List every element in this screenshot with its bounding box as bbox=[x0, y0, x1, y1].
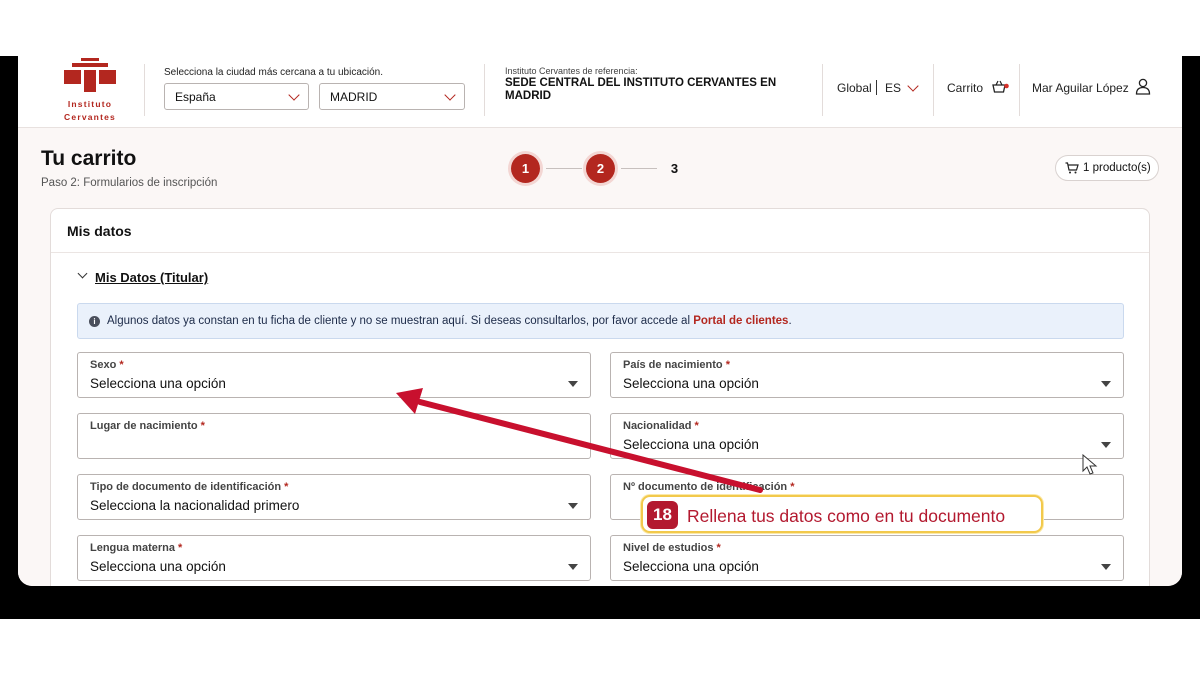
caret-down-icon bbox=[1101, 564, 1111, 570]
user-name[interactable]: Mar Aguilar López bbox=[1032, 81, 1129, 95]
field-label: Tipo de documento de identificación * bbox=[90, 481, 289, 493]
caret-down-icon bbox=[1101, 442, 1111, 448]
id-document-number-input[interactable]: Nº documento de identificación * bbox=[610, 474, 1124, 520]
global-menu-label[interactable]: Global bbox=[837, 81, 872, 95]
caret-down-icon bbox=[1101, 381, 1111, 387]
language-selector[interactable]: ES bbox=[885, 81, 901, 95]
divider bbox=[1019, 64, 1020, 116]
basket-icon[interactable] bbox=[991, 80, 1009, 94]
letterbox-top bbox=[0, 0, 1200, 56]
field-label: Nº documento de identificación * bbox=[623, 481, 795, 493]
reference-center-label: Instituto Cervantes de referencia: bbox=[505, 66, 638, 76]
caret-down-icon bbox=[568, 564, 578, 570]
card-title: Mis datos bbox=[67, 223, 132, 239]
browser-window: Instituto Cervantes Selecciona la ciudad… bbox=[18, 56, 1182, 586]
divider bbox=[876, 80, 877, 95]
info-text: Algunos datos ya constan en tu ficha de … bbox=[107, 315, 694, 327]
field-value: Selecciona una opción bbox=[90, 559, 226, 574]
field-value: Selecciona una opción bbox=[623, 376, 759, 391]
birth-place-input[interactable]: Lugar de nacimiento * bbox=[77, 413, 591, 459]
field-value: Selecciona una opción bbox=[623, 437, 759, 452]
city-select[interactable]: MADRID bbox=[319, 83, 465, 110]
cart-link[interactable]: Carrito bbox=[947, 81, 983, 95]
divider bbox=[144, 64, 145, 116]
field-value: Selecciona la nacionalidad primero bbox=[90, 498, 300, 513]
country-select-value: España bbox=[175, 90, 216, 104]
info-banner: i Algunos datos ya constan en tu ficha d… bbox=[77, 303, 1124, 339]
nationality-select[interactable]: Nacionalidad * Selecciona una opción bbox=[610, 413, 1124, 459]
instituto-cervantes-logo[interactable]: Instituto Cervantes bbox=[58, 58, 122, 122]
cart-count-text: 1 producto(s) bbox=[1083, 162, 1151, 174]
id-document-type-select[interactable]: Tipo de documento de identificación * Se… bbox=[77, 474, 591, 520]
country-select[interactable]: España bbox=[164, 83, 309, 110]
section-title-holder[interactable]: Mis Datos (Titular) bbox=[95, 270, 208, 285]
city-select-label: Selecciona la ciudad más cercana a tu ub… bbox=[164, 67, 384, 78]
page-background: Instituto Cervantes Selecciona la ciudad… bbox=[18, 56, 1182, 586]
divider bbox=[933, 64, 934, 116]
cervantes-logo-mark-icon bbox=[64, 58, 116, 92]
step-connector bbox=[546, 168, 582, 169]
field-label: Nivel de estudios * bbox=[623, 542, 721, 554]
chevron-down-icon[interactable] bbox=[77, 268, 88, 281]
page-subtitle: Paso 2: Formularios de inscripción bbox=[41, 177, 218, 189]
user-icon[interactable] bbox=[1135, 78, 1151, 95]
card-header: Mis datos bbox=[51, 209, 1149, 253]
field-label: Nacionalidad * bbox=[623, 420, 699, 432]
chevron-down-icon bbox=[444, 89, 456, 101]
chevron-down-icon[interactable] bbox=[907, 80, 919, 92]
caret-down-icon bbox=[568, 381, 578, 387]
field-value: Selecciona una opción bbox=[90, 376, 226, 391]
caret-down-icon bbox=[568, 503, 578, 509]
info-icon: i bbox=[89, 316, 100, 327]
cart-icon bbox=[1065, 162, 1079, 174]
chevron-down-icon bbox=[288, 89, 300, 101]
cart-count-pill[interactable]: 1 producto(s) bbox=[1055, 155, 1159, 181]
city-select-value: MADRID bbox=[330, 90, 378, 104]
logo-text-cervantes: Cervantes bbox=[64, 112, 116, 122]
letterbox-bottom bbox=[0, 619, 1200, 675]
site-header: Instituto Cervantes Selecciona la ciudad… bbox=[18, 56, 1182, 128]
sex-select[interactable]: Sexo * Selecciona una opción bbox=[77, 352, 591, 398]
field-value: Selecciona una opción bbox=[623, 559, 759, 574]
divider bbox=[822, 64, 823, 116]
step-3-indicator: 3 bbox=[660, 154, 689, 183]
education-level-select[interactable]: Nivel de estudios * Selecciona una opció… bbox=[610, 535, 1124, 581]
step-1-indicator: 1 bbox=[511, 154, 540, 183]
client-portal-link[interactable]: Portal de clientes bbox=[693, 315, 788, 327]
my-data-card: Mis datos Mis Datos (Titular) i Algunos … bbox=[50, 208, 1150, 586]
info-message: Algunos datos ya constan en tu ficha de … bbox=[107, 315, 792, 327]
info-text-end: . bbox=[788, 315, 792, 327]
mother-tongue-select[interactable]: Lengua materna * Selecciona una opción bbox=[77, 535, 591, 581]
field-label: Lengua materna * bbox=[90, 542, 183, 554]
field-label: País de nacimiento * bbox=[623, 359, 730, 371]
video-stage: Instituto Cervantes Selecciona la ciudad… bbox=[0, 56, 1200, 619]
divider bbox=[484, 64, 485, 116]
reference-center-name: SEDE CENTRAL DEL INSTITUTO CERVANTES EN … bbox=[505, 77, 777, 102]
logo-text-instituto: Instituto bbox=[67, 99, 113, 109]
step-2-indicator: 2 bbox=[586, 154, 615, 183]
birth-country-select[interactable]: País de nacimiento * Selecciona una opci… bbox=[610, 352, 1124, 398]
step-connector bbox=[621, 168, 657, 169]
field-label: Sexo * bbox=[90, 359, 124, 371]
page-title: Tu carrito bbox=[41, 147, 137, 170]
field-label: Lugar de nacimiento * bbox=[90, 420, 205, 432]
